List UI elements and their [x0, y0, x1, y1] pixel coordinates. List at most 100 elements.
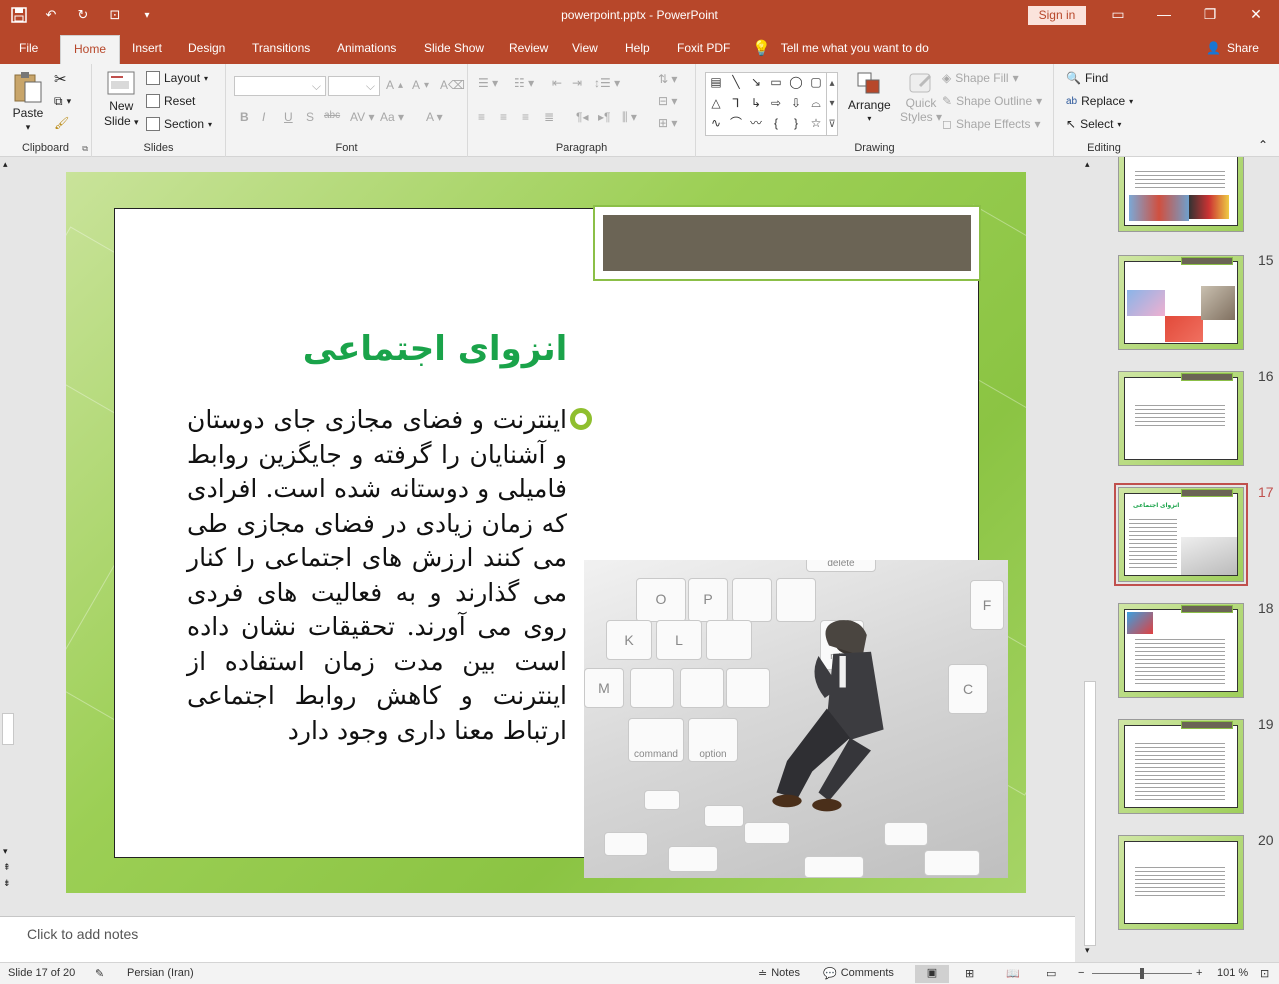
line-spacing-icon[interactable]: ↕☰ ▾: [594, 76, 620, 90]
shapes-gallery[interactable]: ▤ ╲ ↘ ▭ ◯ ▢ △ ⅂ ↳ ⇨ ⇩ ⌓ ∿ ⌒ 〰 { } ☆: [705, 72, 827, 136]
star-shape-icon[interactable]: ☆: [806, 114, 826, 135]
minimize-icon[interactable]: —: [1154, 6, 1174, 26]
align-center-icon[interactable]: ≡: [500, 110, 507, 124]
tab-slide-show[interactable]: Slide Show: [424, 33, 484, 64]
replace-button[interactable]: ab Replace ▾: [1066, 94, 1133, 108]
align-text-icon[interactable]: ⊟ ▾: [658, 94, 677, 108]
text-direction-icon[interactable]: ⇅ ▾: [658, 72, 677, 86]
scroll-up-icon[interactable]: ▴: [1085, 159, 1090, 170]
slide-thumbnail-20[interactable]: [1118, 835, 1244, 930]
zoom-out-icon[interactable]: −: [1078, 967, 1084, 979]
tab-foxit-pdf[interactable]: Foxit PDF: [677, 33, 730, 64]
freeform-shape-icon[interactable]: ⌓: [806, 94, 826, 115]
slide-thumbnail-17[interactable]: انزوای اجتماعی: [1114, 483, 1248, 586]
collapse-ribbon-icon[interactable]: ⌃: [1258, 138, 1268, 152]
normal-view-icon[interactable]: ▣: [915, 965, 949, 983]
slide-thumbnail-18[interactable]: [1118, 603, 1244, 698]
tab-review[interactable]: Review: [509, 33, 548, 64]
quick-styles-button[interactable]: Quick Styles ▾: [900, 70, 942, 124]
justify-icon[interactable]: ≣: [544, 110, 554, 124]
slide-thumbnail-19[interactable]: [1118, 719, 1244, 814]
slide-body-text[interactable]: اینترنت و فضای مجازی جای دوستان و آشنایا…: [187, 403, 567, 748]
slide-title[interactable]: انزوای اجتماعی: [285, 329, 585, 369]
textbox-shape-icon[interactable]: ▤: [706, 73, 726, 94]
close-icon[interactable]: ✕: [1246, 6, 1266, 26]
increase-indent-icon[interactable]: ⇥: [572, 76, 582, 90]
change-case-icon[interactable]: Aa ▾: [380, 110, 404, 124]
triangle-shape-icon[interactable]: △: [706, 94, 726, 115]
copy-icon[interactable]: ⧉ ▾: [54, 94, 71, 109]
layout-button[interactable]: Layout ▾: [146, 71, 208, 85]
zoom-in-icon[interactable]: +: [1196, 967, 1202, 979]
zoom-level[interactable]: 101 %: [1217, 967, 1248, 979]
rtl-icon[interactable]: ¶◂: [576, 110, 588, 124]
restore-icon[interactable]: ❐: [1200, 6, 1220, 26]
shape-fill-button[interactable]: ◈ Shape Fill ▾: [942, 71, 1019, 85]
font-size-combo[interactable]: ⌵: [328, 76, 380, 96]
scroll-down-icon[interactable]: ▾: [1085, 945, 1090, 956]
scroll-thumb[interactable]: [1084, 681, 1096, 946]
arrow-shape-icon[interactable]: ↘: [746, 73, 766, 94]
left-brace-shape-icon[interactable]: {: [766, 114, 786, 135]
columns-icon[interactable]: ⫼ ▾: [622, 110, 637, 125]
slide-show-icon[interactable]: ▭: [1046, 967, 1056, 980]
notes-placeholder[interactable]: Click to add notes: [27, 926, 138, 942]
tab-design[interactable]: Design: [188, 33, 225, 64]
right-arrow-shape-icon[interactable]: ⇨: [766, 94, 786, 115]
bold-icon[interactable]: B: [240, 110, 249, 124]
down-arrow-shape-icon[interactable]: ⇩: [786, 94, 806, 115]
reading-view-icon[interactable]: 📖: [1006, 967, 1020, 980]
increase-font-icon[interactable]: A ▴: [386, 78, 403, 92]
spelling-icon[interactable]: ✎: [95, 967, 104, 980]
arc-shape-icon[interactable]: ⌒: [726, 114, 746, 135]
shape-outline-button[interactable]: ✎ Shape Outline ▾: [942, 94, 1042, 108]
shapes-gallery-scroll[interactable]: ▴ ▾ ⊽: [826, 72, 838, 136]
tab-transitions[interactable]: Transitions: [252, 33, 310, 64]
slide-canvas[interactable]: انزوای اجتماعی اینترنت و فضای مجازی جای …: [66, 172, 1026, 893]
ltr-icon[interactable]: ▸¶: [598, 110, 610, 124]
tab-help[interactable]: Help: [625, 33, 650, 64]
slide-vertical-scrollbar[interactable]: ▴ ▾ ⇞ ⇟: [0, 157, 16, 893]
scroll-down-icon[interactable]: ▾: [3, 846, 8, 857]
tab-insert[interactable]: Insert: [132, 33, 162, 64]
strikethrough-icon[interactable]: abc: [324, 110, 340, 121]
previous-slide-icon[interactable]: ⇞: [3, 862, 11, 873]
select-button[interactable]: ↖ Select ▾: [1066, 117, 1121, 131]
elbow-connector-shape-icon[interactable]: ↳: [746, 94, 766, 115]
clipboard-dialog-launcher-icon[interactable]: ⧉: [82, 144, 88, 154]
comments-button[interactable]: 💬 Comments: [823, 967, 894, 980]
rectangle-shape-icon[interactable]: ▭: [766, 73, 786, 94]
sign-in-button[interactable]: Sign in: [1028, 6, 1086, 25]
bullets-icon[interactable]: ☰ ▾: [478, 76, 498, 90]
tell-me-box[interactable]: 💡 Tell me what you want to do: [752, 33, 929, 64]
language-indicator[interactable]: Persian (Iran): [127, 967, 194, 979]
decrease-font-icon[interactable]: A ▾: [412, 78, 429, 92]
curve-shape-icon[interactable]: ∿: [706, 114, 726, 135]
section-button[interactable]: Section ▾: [146, 117, 212, 131]
clear-formatting-icon[interactable]: A⌫: [440, 78, 465, 92]
arrange-button[interactable]: Arrange ▾: [848, 70, 891, 123]
oval-shape-icon[interactable]: ◯: [786, 73, 806, 94]
paste-button[interactable]: Paste ▾: [12, 70, 44, 133]
align-right-icon[interactable]: ≡: [522, 110, 529, 124]
fit-slide-icon[interactable]: ⊡: [1260, 967, 1269, 980]
underline-icon[interactable]: U: [284, 110, 293, 124]
slide-thumbnail-14[interactable]: [1118, 157, 1244, 232]
notes-button[interactable]: ≐ Notes: [758, 967, 800, 980]
cut-icon[interactable]: ✂: [54, 70, 67, 88]
shape-effects-button[interactable]: ◻ Shape Effects ▾: [942, 117, 1041, 131]
rounded-rect-shape-icon[interactable]: ▢: [806, 73, 826, 94]
font-family-combo[interactable]: ⌵: [234, 76, 326, 96]
zoom-slider-knob[interactable]: [1140, 968, 1144, 979]
notes-pane[interactable]: Click to add notes: [0, 916, 1075, 962]
right-brace-shape-icon[interactable]: }: [786, 114, 806, 135]
find-button[interactable]: 🔍 Find: [1066, 71, 1108, 85]
connector-shape-icon[interactable]: ⅂: [726, 94, 746, 115]
italic-icon[interactable]: I: [262, 110, 265, 124]
thumbnail-scrollbar[interactable]: ▴ ▾: [1082, 157, 1098, 962]
decrease-indent-icon[interactable]: ⇤: [552, 76, 562, 90]
scroll-up-icon[interactable]: ▴: [3, 159, 8, 170]
slide-sorter-icon[interactable]: ⊞: [965, 967, 974, 980]
ribbon-display-options-icon[interactable]: ▭: [1108, 6, 1128, 26]
scribble-shape-icon[interactable]: 〰: [746, 114, 766, 135]
